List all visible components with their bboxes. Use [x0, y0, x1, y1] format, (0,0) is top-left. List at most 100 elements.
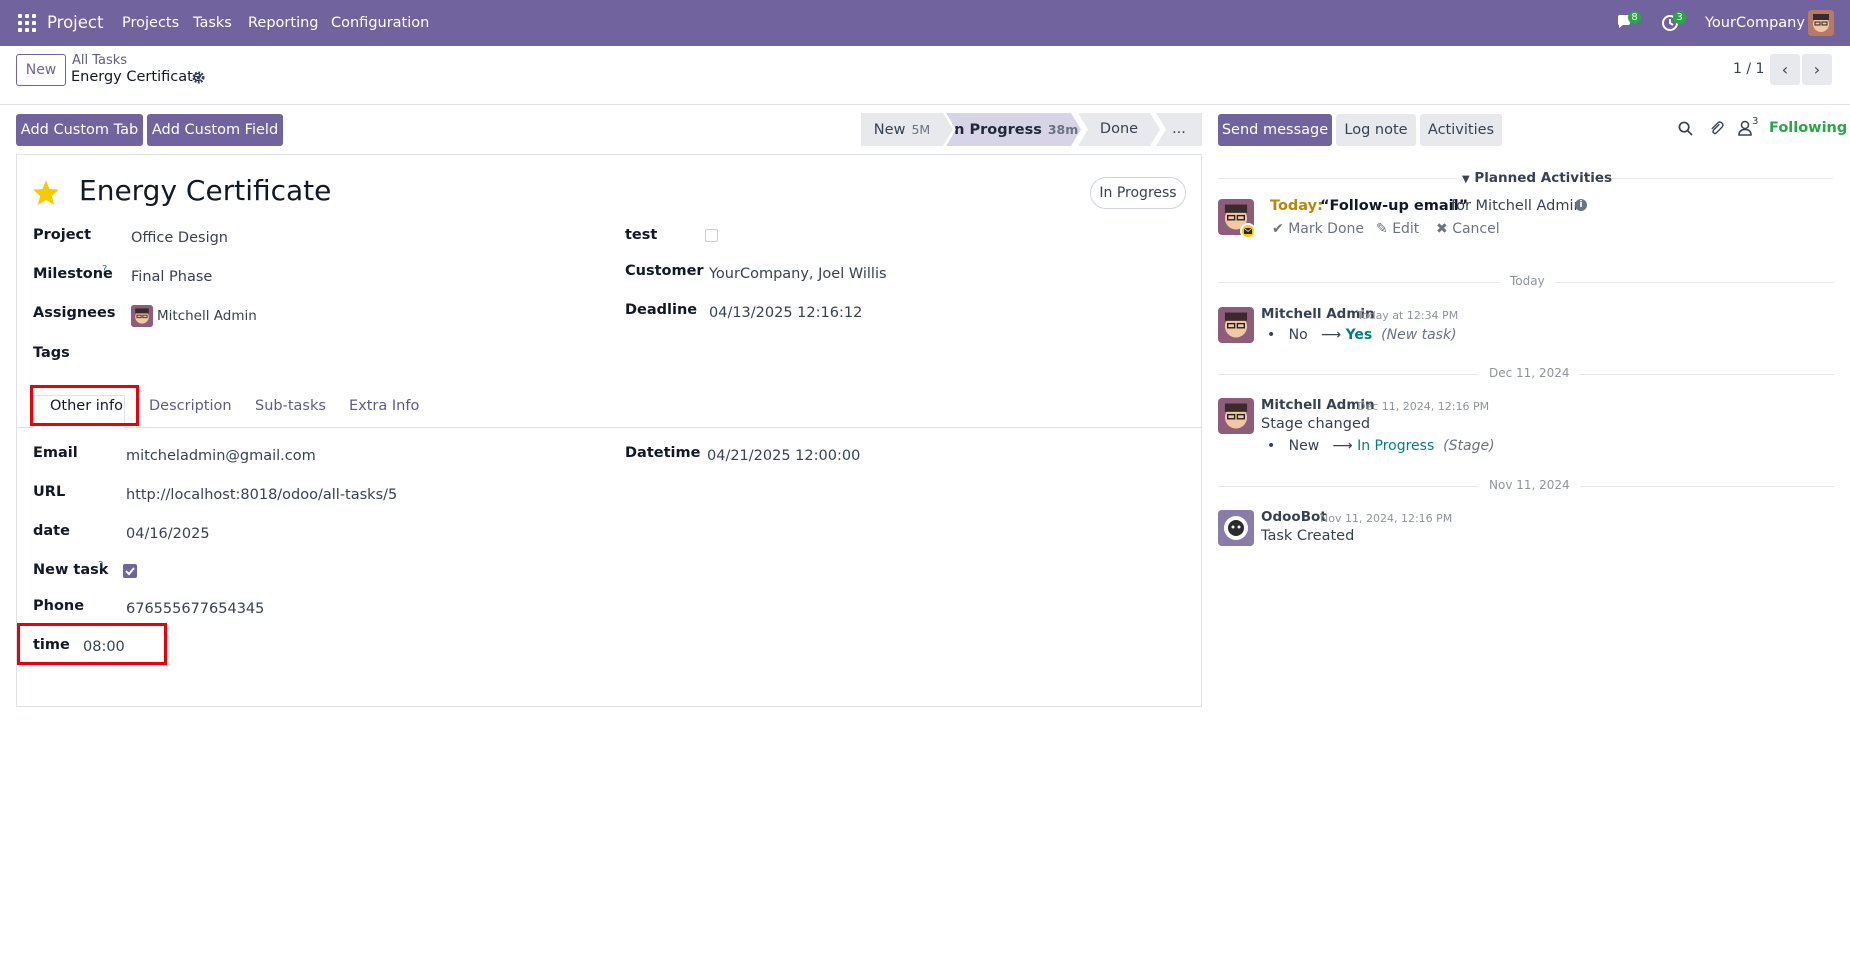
assignees-field[interactable]: Mitchell Admin: [157, 308, 257, 324]
message-date: Today at 12:34 PM: [1357, 309, 1459, 322]
app-name[interactable]: Project: [47, 0, 103, 46]
arrow-right-icon: ⟶: [1321, 327, 1342, 343]
planned-divider-right: [1612, 178, 1833, 179]
form-sheet: Energy Certificate In Progress Project O…: [16, 154, 1202, 707]
priority-star-icon[interactable]: [32, 179, 60, 210]
top-navbar: Project Projects Tasks Reporting Configu…: [0, 0, 1850, 46]
tab-extra-info[interactable]: Extra Info: [349, 398, 419, 414]
datetime-field[interactable]: 04/21/2025 12:00:00: [707, 448, 860, 464]
add-custom-tab-button[interactable]: Add Custom Tab: [16, 114, 143, 146]
close-icon: ✖: [1436, 221, 1448, 237]
date-label: date: [33, 523, 70, 539]
tracking-change: • No ⟶ Yes (New task): [1267, 327, 1457, 343]
new-task-checkbox[interactable]: [123, 564, 137, 578]
tracking-old-value: No: [1288, 327, 1308, 343]
menu-configuration[interactable]: Configuration: [331, 0, 429, 46]
tracking-change: • New ⟶ In Progress (Stage): [1267, 438, 1495, 454]
info-icon[interactable]: i: [1575, 199, 1587, 211]
new-record-button[interactable]: New: [16, 54, 66, 86]
cancel-label: Cancel: [1452, 221, 1500, 237]
bullet: •: [1267, 327, 1276, 343]
user-avatar[interactable]: [1808, 10, 1834, 36]
send-message-button[interactable]: Send message: [1218, 114, 1332, 146]
tab-description[interactable]: Description: [149, 398, 232, 414]
following-button[interactable]: Following: [1769, 120, 1847, 136]
tracking-field-name: (New task): [1381, 327, 1457, 343]
message-body: Task Created: [1261, 528, 1355, 544]
new-task-help-icon[interactable]: ?: [98, 560, 103, 571]
followers-icon[interactable]: [1738, 120, 1752, 140]
email-field[interactable]: mitcheladmin@gmail.com: [126, 448, 316, 464]
pager-previous-button[interactable]: ‹: [1770, 54, 1800, 85]
date-field[interactable]: 04/16/2025: [126, 526, 210, 542]
milestone-field[interactable]: Final Phase: [131, 269, 212, 285]
activities-button[interactable]: Activities: [1420, 114, 1502, 146]
phone-label: Phone: [33, 598, 85, 614]
message-avatar[interactable]: [1218, 398, 1254, 434]
milestone-label: Milestone: [33, 266, 113, 282]
date-separator-dec: Dec 11, 2024: [1479, 366, 1580, 380]
milestone-help-icon[interactable]: ?: [102, 264, 107, 275]
search-icon[interactable]: [1678, 121, 1693, 140]
stage-in-progress-label: In Progress: [948, 122, 1042, 138]
project-field[interactable]: Office Design: [131, 230, 228, 246]
stage-more[interactable]: ...: [1156, 113, 1202, 146]
test-label: test: [625, 227, 658, 243]
tracking-old-value: New: [1288, 438, 1320, 454]
message-avatar[interactable]: [1218, 307, 1254, 343]
menu-reporting[interactable]: Reporting: [248, 0, 319, 46]
edit-activity-link[interactable]: ✎ Edit: [1376, 221, 1419, 237]
deadline-field[interactable]: 04/13/2025 12:16:12: [709, 305, 862, 321]
stage-more-label: ...: [1172, 121, 1186, 137]
phone-field[interactable]: 676555677654345: [126, 601, 264, 617]
assignee-avatar: [131, 305, 153, 327]
tab-sub-tasks[interactable]: Sub-tasks: [255, 398, 326, 414]
planned-activities-toggle[interactable]: ▼ Planned Activities: [1462, 170, 1612, 186]
paperclip-icon[interactable]: [1709, 120, 1724, 140]
menu-tasks[interactable]: Tasks: [193, 0, 232, 46]
stage-new-time: 5M: [911, 122, 931, 137]
mark-done-link[interactable]: ✔ Mark Done: [1272, 221, 1364, 237]
customer-field[interactable]: YourCompany, Joel Willis: [709, 266, 887, 282]
date-separator-nov: Nov 11, 2024: [1479, 478, 1580, 492]
gear-icon[interactable]: [192, 71, 205, 88]
cancel-activity-link[interactable]: ✖ Cancel: [1436, 221, 1500, 237]
followers-count: 3: [1752, 116, 1759, 127]
tracking-new-value: In Progress: [1357, 438, 1435, 454]
activity-summary: “Follow-up email”: [1320, 198, 1469, 214]
bullet: •: [1267, 438, 1276, 454]
chevron-left-icon: ‹: [1781, 60, 1789, 79]
task-title[interactable]: Energy Certificate: [79, 174, 331, 207]
url-field[interactable]: http://localhost:8018/odoo/all-tasks/5: [126, 487, 397, 503]
planned-divider-left: [1218, 178, 1456, 179]
planned-activities-title: Planned Activities: [1474, 170, 1613, 186]
chevron-right-icon: ›: [1813, 60, 1821, 79]
stage-done-label: Done: [1099, 121, 1139, 137]
apps-menu-icon[interactable]: [18, 14, 36, 32]
odoobot-avatar[interactable]: [1218, 510, 1254, 546]
stage-done[interactable]: Done: [1078, 113, 1160, 146]
stage-in-progress[interactable]: In Progress 38m: [946, 113, 1081, 146]
stage-in-progress-time: 38m: [1047, 122, 1079, 137]
tracking-new-value: Yes: [1345, 327, 1373, 343]
breadcrumb-parent[interactable]: All Tasks: [72, 53, 127, 68]
message-body: Stage changed: [1261, 416, 1371, 432]
activity-assignee: for Mitchell Admin: [1451, 198, 1583, 214]
kanban-state-badge[interactable]: In Progress: [1090, 177, 1186, 209]
message-date: Dec 11, 2024, 12:16 PM: [1357, 400, 1490, 413]
test-checkbox[interactable]: [705, 229, 718, 242]
company-switcher[interactable]: YourCompany: [1705, 0, 1805, 46]
tags-label: Tags: [33, 345, 70, 361]
url-label: URL: [33, 484, 66, 500]
edit-label: Edit: [1392, 221, 1420, 237]
date-separator-today: Today: [1500, 274, 1555, 288]
mark-done-label: Mark Done: [1288, 221, 1364, 237]
pager-next-button[interactable]: ›: [1802, 54, 1832, 85]
control-panel: New All Tasks Energy Certificate 1 / 1 ‹…: [0, 46, 1850, 105]
pager-value[interactable]: 1 / 1: [1733, 61, 1764, 77]
log-note-button[interactable]: Log note: [1336, 114, 1416, 146]
stage-new[interactable]: New 5M: [861, 113, 943, 146]
menu-projects[interactable]: Projects: [122, 0, 179, 46]
message-author[interactable]: OdooBot: [1261, 509, 1327, 525]
add-custom-field-button[interactable]: Add Custom Field: [147, 114, 283, 146]
